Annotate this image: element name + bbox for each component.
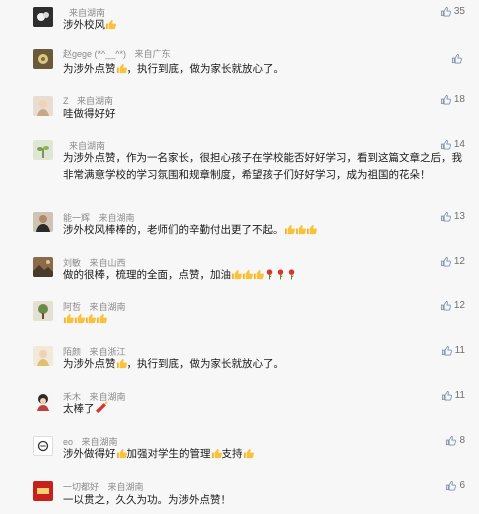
thumbs-up-emoji-icon: [242, 269, 253, 286]
comment-text-span: 为涉外点赞，作为一名家长，很担心孩子在学校能否好好学习，看到这篇文章之后，我非常…: [63, 152, 462, 181]
like-count: 6: [459, 480, 465, 491]
comment-text: [63, 311, 468, 330]
thumb-up-icon: [440, 139, 451, 150]
like-button[interactable]: 12: [440, 300, 465, 311]
commenter-region: 来自湖南: [107, 482, 144, 492]
avatar-flower[interactable]: [33, 49, 53, 69]
rose-emoji-icon: [264, 268, 275, 286]
thumb-up-icon: [440, 300, 451, 311]
like-button[interactable]: 8: [445, 435, 465, 446]
comment-text-span: 做的很棒，梳理的全面，点赞，加油: [63, 269, 231, 281]
comment-text: 涉外校风棒棒的，老师们的辛勤付出更了不起。: [63, 222, 468, 241]
avatar-eo[interactable]: [33, 436, 53, 456]
avatar-landscape[interactable]: [33, 257, 53, 277]
comment-text-span: 支持: [221, 448, 243, 460]
comment-text: 为涉外点赞 ，执行到底，做为家长就放心了。: [63, 356, 468, 375]
thumb-up-icon: [440, 256, 451, 267]
like-count: 8: [459, 435, 465, 446]
comment-meta: 赵gege (*^__^*) 来自广东: [63, 48, 171, 60]
thumbs-up-emoji-icon: [63, 313, 74, 330]
like-count: 12: [453, 300, 465, 311]
thumbs-up-emoji-icon: [211, 448, 222, 465]
comment-text-span: 一以贯之，久久为功。为涉外点赞！: [63, 494, 231, 506]
thumb-up-icon: [441, 345, 452, 356]
like-button[interactable]: [451, 53, 465, 64]
comment-text: 为涉外点赞 ，执行到底，做为家长就放心了。: [63, 61, 468, 80]
like-count: 18: [453, 94, 465, 105]
comment-text-span: 太棒了: [63, 403, 95, 415]
like-count: 35: [453, 6, 465, 17]
comment-text: 涉外做得好 加强对学生的管理 支持: [63, 446, 468, 465]
avatar-plant[interactable]: [33, 140, 53, 160]
thumb-up-icon: [451, 53, 462, 64]
thumbs-up-emoji-icon: [85, 313, 96, 330]
avatar-cartoon[interactable]: [33, 391, 53, 411]
comment-text-span: ，执行到底，做为家长就放心了。: [126, 358, 285, 370]
thumb-up-icon: [441, 390, 452, 401]
commenter-region: 来自湖南: [77, 96, 114, 106]
thumbs-up-emoji-icon: [284, 224, 295, 241]
comment-text: 做的很棒，梳理的全面，点赞，加油: [63, 267, 468, 286]
comment-text: 涉外校风: [63, 17, 468, 36]
thumbs-up-emoji-icon: [243, 448, 254, 465]
thumbs-up-emoji-icon: [231, 269, 242, 286]
avatar-red-logo[interactable]: [33, 481, 53, 501]
like-button[interactable]: 6: [445, 480, 465, 491]
avatar-dark-flower[interactable]: [33, 7, 53, 27]
comment-text-span: 涉外做得好: [63, 448, 116, 460]
avatar-man[interactable]: [33, 212, 53, 232]
thumbs-up-emoji-icon: [96, 313, 107, 330]
avatar-child[interactable]: [33, 346, 53, 366]
avatar-girl[interactable]: [33, 96, 53, 116]
commenter-name: Z: [63, 96, 69, 106]
like-button[interactable]: 18: [440, 94, 465, 105]
comment-text-span: ，执行到底，做为家长就放心了。: [126, 63, 285, 75]
like-button[interactable]: 11: [441, 345, 465, 356]
comment-text: 一以贯之，久久为功。为涉外点赞！: [63, 492, 468, 509]
comment-text-span: 为涉外点赞: [63, 63, 116, 75]
like-button[interactable]: 35: [440, 6, 465, 17]
comment-text-span: 涉外校风棒棒的，老师们的辛勤付出更了不起。: [63, 224, 284, 236]
commenter-name: 赵gege (*^__^*): [63, 49, 126, 59]
like-count: 11: [454, 390, 465, 401]
comment-text-span: 涉外校风: [63, 19, 105, 31]
comment-text: 哇做得好好: [63, 106, 468, 123]
thumb-up-icon: [440, 94, 451, 105]
thumbs-up-emoji-icon: [116, 358, 127, 375]
thumbs-up-emoji-icon: [116, 63, 127, 80]
thumb-up-icon: [446, 435, 457, 446]
comment-text-span: 为涉外点赞: [63, 358, 116, 370]
like-count: 12: [453, 256, 465, 267]
thumbs-up-emoji-icon: [74, 313, 85, 330]
thumb-up-icon: [440, 6, 451, 17]
thumbs-up-emoji-icon: [253, 269, 264, 286]
avatar-tree[interactable]: [33, 301, 53, 321]
thumbs-up-emoji-icon: [306, 224, 317, 241]
comment-text-span: 哇做得好好: [63, 108, 116, 120]
thumb-up-icon: [440, 211, 451, 222]
like-button[interactable]: 13: [440, 211, 465, 222]
rose-emoji-icon: [275, 268, 286, 286]
commenter-name: 一切都好: [63, 482, 100, 492]
thumbs-up-emoji-icon: [105, 19, 116, 36]
thumbs-up-emoji-icon: [116, 448, 127, 465]
firecracker-emoji-icon: [95, 401, 108, 420]
commenter-region: 来自广东: [134, 49, 171, 59]
like-count: 11: [454, 345, 465, 356]
comment-text: 为涉外点赞，作为一名家长，很担心孩子在学校能否好好学习，看到这篇文章之后，我非常…: [63, 150, 468, 184]
like-button[interactable]: 11: [441, 390, 465, 401]
like-count: 14: [453, 139, 465, 150]
rose-emoji-icon: [286, 268, 297, 286]
like-button[interactable]: 12: [440, 256, 465, 267]
like-button[interactable]: 14: [440, 139, 465, 150]
comment-text-span: 加强对学生的管理: [126, 448, 211, 460]
thumbs-up-emoji-icon: [295, 224, 306, 241]
thumb-up-icon: [446, 480, 457, 491]
comment-text: 太棒了: [63, 401, 468, 420]
like-count: 13: [453, 211, 465, 222]
